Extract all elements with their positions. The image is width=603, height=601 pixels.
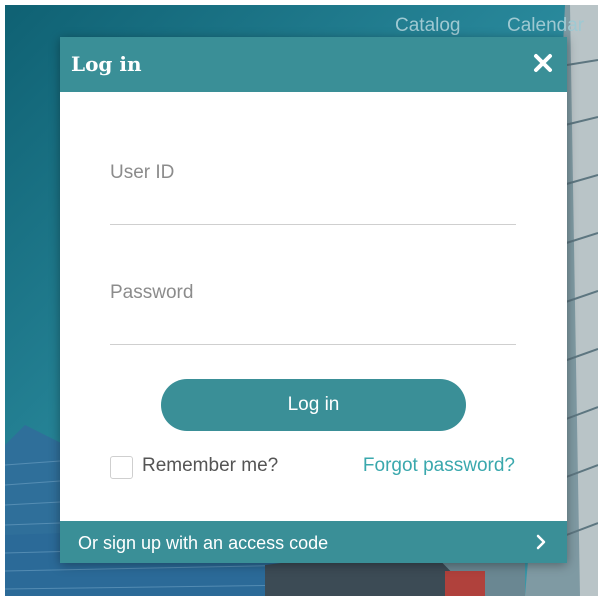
- login-dialog: Log in Log in Remember me? Forgot passwo…: [60, 37, 567, 563]
- nav-link-catalog[interactable]: Catalog: [395, 15, 461, 37]
- close-icon[interactable]: [531, 51, 555, 75]
- remember-me-label: Remember me?: [142, 455, 279, 476]
- signup-access-code-button[interactable]: Or sign up with an access code: [60, 521, 567, 563]
- remember-me-checkbox[interactable]: [110, 456, 133, 479]
- dialog-header: Log in: [60, 37, 567, 92]
- nav-link-calendar[interactable]: Calendar: [507, 15, 584, 37]
- password-input[interactable]: [110, 278, 510, 308]
- user-id-input[interactable]: [110, 158, 510, 188]
- page-background: Catalog Calendar Log in Log in Remember …: [5, 5, 598, 596]
- password-field-wrapper: [110, 274, 516, 345]
- user-id-field-wrapper: [110, 154, 516, 225]
- dialog-title: Log in: [71, 52, 142, 76]
- chevron-right-icon: [535, 534, 547, 550]
- login-button[interactable]: Log in: [161, 379, 466, 431]
- forgot-password-link[interactable]: Forgot password?: [363, 455, 515, 477]
- signup-label: Or sign up with an access code: [78, 533, 329, 553]
